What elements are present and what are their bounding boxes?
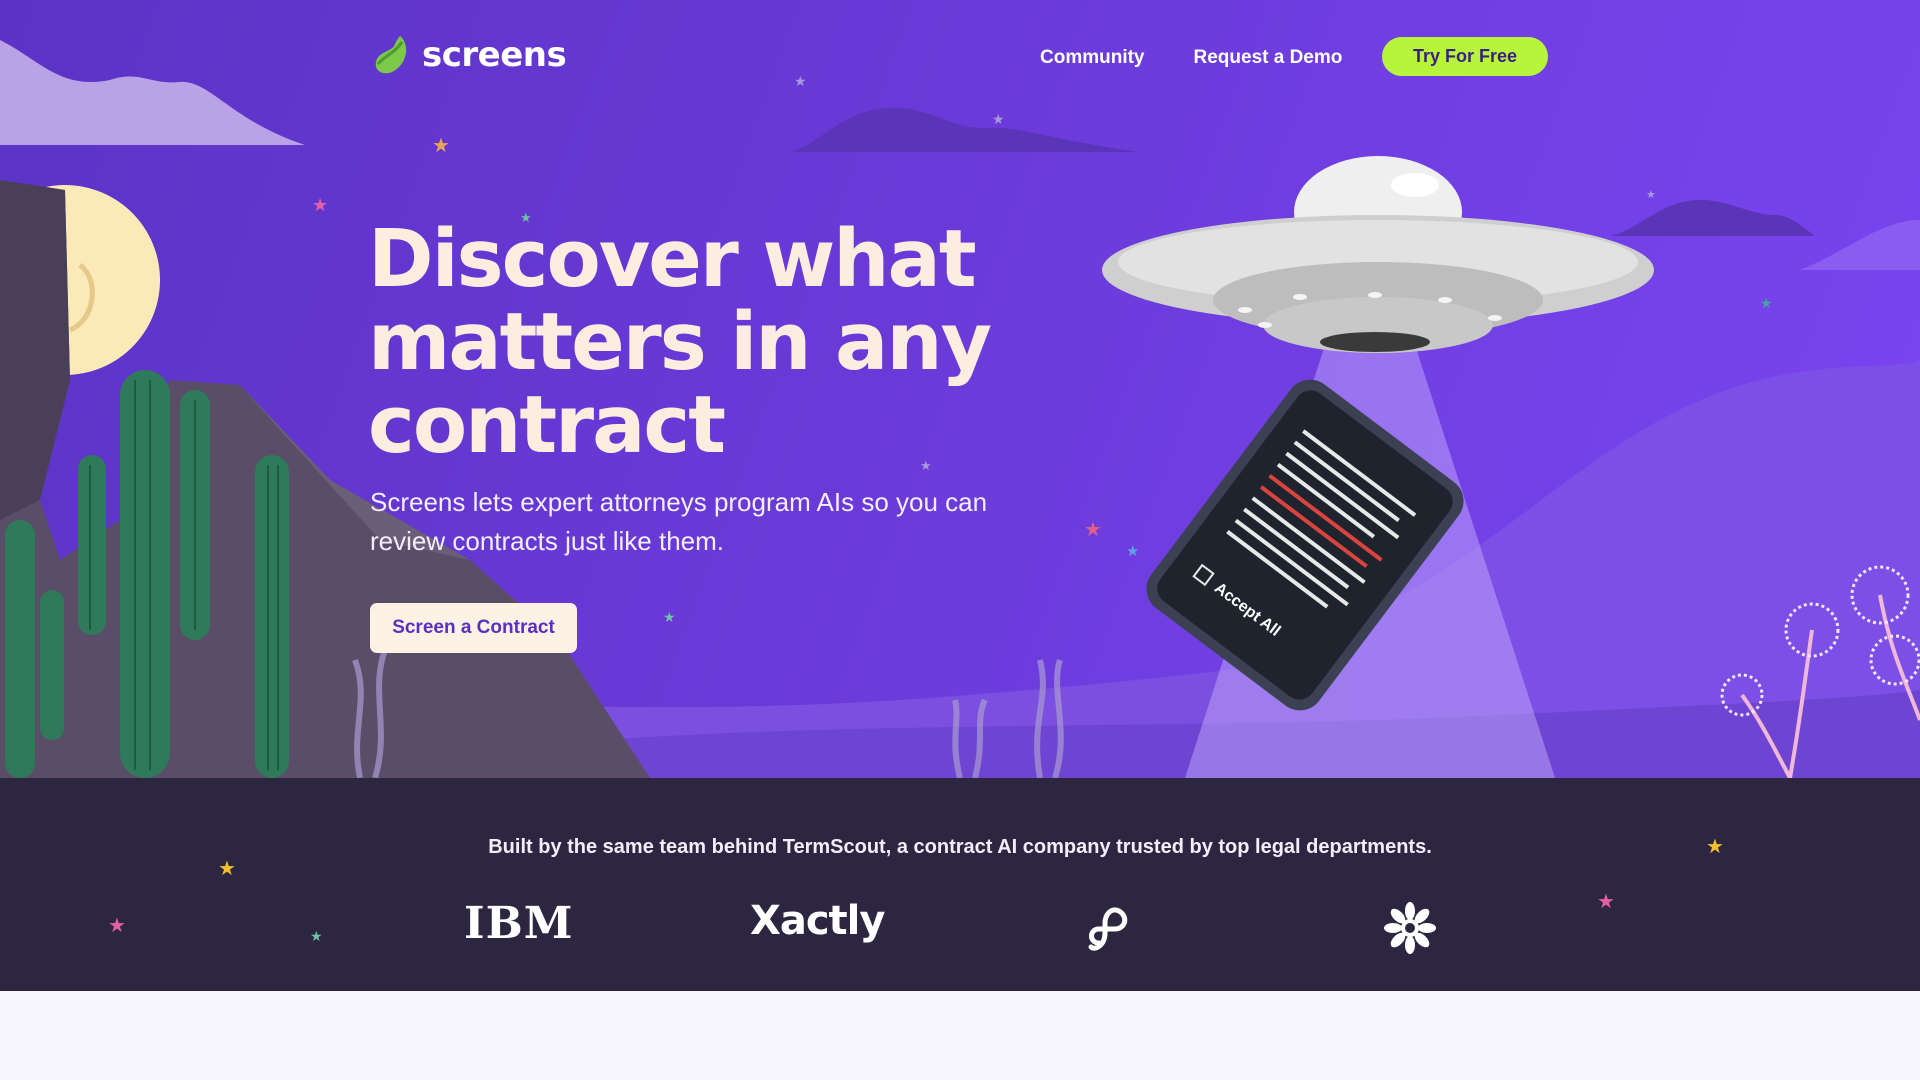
headline-line-3: contract [368, 379, 726, 471]
infinity-loop-logo-icon [1085, 903, 1135, 955]
svg-text:★: ★ [310, 928, 323, 944]
brand-name: screens [422, 35, 567, 75]
cloud-mid [790, 107, 1140, 152]
cloud-right [1610, 200, 1815, 236]
svg-text:★: ★ [108, 915, 126, 937]
ufo [1102, 156, 1654, 353]
svg-text:★: ★ [218, 858, 236, 880]
xactly-logo: Xactly [750, 898, 885, 944]
starburst-flower-logo-icon [1383, 901, 1437, 955]
svg-text:★: ★ [1597, 891, 1615, 913]
svg-text:★: ★ [432, 135, 450, 157]
cloud-edge [1800, 220, 1920, 270]
hero-section: ★ ★ ★ ★ ★ ★ ★ ★ ★ ★ ★ Accept All screens… [0, 0, 1920, 778]
svg-text:★: ★ [794, 73, 807, 89]
brand-logo[interactable]: screens [372, 34, 567, 76]
leaf-logo-icon [375, 36, 407, 74]
band-stars: ★ ★ ★ ★ ★ [108, 836, 1724, 944]
svg-text:★: ★ [992, 111, 1005, 127]
svg-text:★: ★ [1646, 189, 1656, 201]
top-nav: Community Request a Demo [1040, 38, 1391, 78]
trust-statement: Built by the same team behind TermScout,… [488, 836, 1432, 858]
ibm-logo: IBM [464, 898, 574, 949]
svg-text:★: ★ [663, 609, 676, 625]
svg-text:★: ★ [312, 195, 328, 215]
next-section-start [0, 991, 1920, 1080]
nav-link-community[interactable]: Community [1040, 38, 1145, 78]
headline-line-2: matters in any [368, 296, 992, 388]
try-for-free-button[interactable]: Try For Free [1382, 37, 1548, 76]
svg-text:★: ★ [1760, 295, 1773, 311]
trust-band: ★ ★ ★ ★ ★ Built by the same team behind … [0, 778, 1920, 991]
svg-text:★: ★ [1084, 519, 1102, 541]
svg-text:★: ★ [1126, 543, 1139, 560]
nav-link-request-demo[interactable]: Request a Demo [1194, 38, 1343, 78]
hero-subtitle: Screens lets expert attorneys program AI… [370, 487, 988, 556]
cloud-left [0, 40, 305, 145]
headline-line-1: Discover what [368, 213, 977, 305]
screen-contract-button[interactable]: Screen a Contract [370, 603, 577, 653]
hero-headline: Discover what matters in any contract [368, 218, 1008, 467]
